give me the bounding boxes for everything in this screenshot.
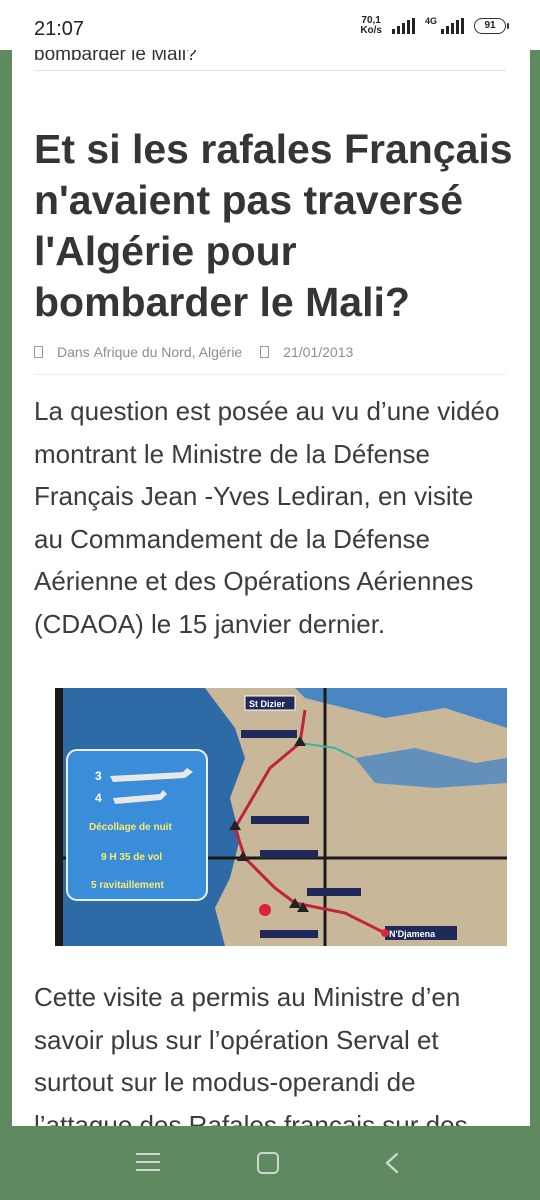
status-bar: 21:07 70,1 Ko/s 4G 91: [0, 0, 540, 50]
legend-line1: Décollage de nuit: [89, 822, 172, 833]
status-indicators: 70,1 Ko/s 4G 91: [360, 16, 509, 36]
map-label-end: N'Djamena: [389, 929, 436, 939]
legend-line3: 5 ravitaillement: [91, 880, 164, 891]
signal-4g-icon: [441, 18, 464, 34]
battery-icon: 91: [474, 18, 509, 34]
system-nav-bar: [0, 1126, 540, 1200]
previous-article-title[interactable]: bombarder le Mali?: [34, 50, 197, 66]
legend-3: 3: [95, 769, 102, 783]
network-type: 4G: [424, 16, 437, 26]
home-icon[interactable]: [257, 1152, 279, 1174]
legend-line2: 9 H 35 de vol: [101, 852, 162, 863]
calendar-icon: [260, 346, 270, 358]
article-headline: Et si les rafales Français n'avaient pas…: [34, 126, 513, 325]
article-date: 21/01/2013: [283, 344, 354, 360]
map-label-start: St Dizier: [249, 699, 286, 709]
article-paragraph: La question est posée au vu d’une vidéo …: [34, 396, 500, 639]
menu-icon[interactable]: [136, 1153, 160, 1177]
article-meta: Dans Afrique du Nord, Algérie 21/01/2013: [34, 344, 353, 360]
speed-unit: Ko/s: [360, 25, 382, 36]
article-page[interactable]: bombarder le Mali? Et si les rafales Fra…: [12, 50, 530, 1126]
divider: [34, 70, 506, 71]
article-paragraph: Cette visite a permis au Ministre d’en s…: [34, 982, 468, 1126]
back-icon[interactable]: [384, 1152, 400, 1174]
signal-icon: [391, 18, 415, 34]
legend-4: 4: [95, 791, 102, 805]
category-links[interactable]: Afrique du Nord, Algérie: [94, 344, 243, 360]
status-time: 21:07: [34, 18, 85, 40]
meta-divider: [34, 374, 506, 375]
category-prefix: Dans: [57, 344, 90, 360]
network-speed: 70,1 Ko/s: [360, 16, 382, 36]
route-map-image[interactable]: 3 4 Décollage de nuit 9 H 35 de vol 5 ra…: [55, 688, 507, 946]
folder-icon: [34, 346, 43, 358]
